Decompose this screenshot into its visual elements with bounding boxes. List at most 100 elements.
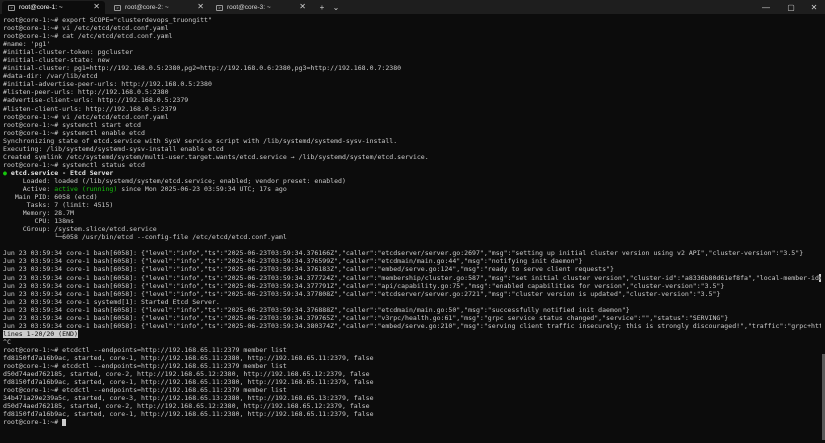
line-text: Memory: 28.7M: [3, 209, 74, 218]
terminal-line: Jun 23 03:59:34 core-1 bash[6058]: {"lev…: [3, 265, 821, 273]
line-text: CPU: 138ms: [3, 217, 74, 226]
line-text: root@core-1:~# etcdctl --endpoints=http:…: [3, 386, 287, 395]
pager-status: lines 1-20/20 (END): [3, 329, 78, 338]
line-text: #listen-client-urls: http://192.168.0.5:…: [3, 104, 177, 113]
line-text: root@core-1:~# etcdctl --endpoints=http:…: [3, 362, 287, 371]
line-text: root@core-1:~# systemctl start etcd: [3, 120, 141, 129]
tab-label: root@core-2: ~: [125, 4, 169, 11]
line-text: #initial-cluster: pg1=http://192.168.0.5…: [3, 64, 402, 73]
close-window-button[interactable]: ✕: [803, 0, 825, 14]
terminal-icon: >: [8, 4, 15, 11]
maximize-button[interactable]: ▢: [780, 0, 802, 14]
line-text: root@core-1:~# systemctl enable etcd: [3, 128, 145, 137]
terminal-line: root@core-1:~# vi /etc/etcd/etcd.conf.ya…: [3, 113, 821, 121]
terminal-line: Executing: /lib/systemd/systemd-sysv-ins…: [3, 145, 821, 153]
terminal-output[interactable]: root@core-1:~# export SCOPE="clusterdevo…: [3, 16, 821, 441]
tab-close-icon[interactable]: ✕: [197, 2, 204, 11]
terminal-line: #name: 'pg1': [3, 40, 821, 48]
minimize-button[interactable]: —: [755, 0, 777, 14]
terminal-line: root@core-1:~# systemctl enable etcd: [3, 129, 821, 137]
terminal-line: #advertise-client-urls: http://192.168.0…: [3, 96, 821, 104]
terminal-line: #data-dir: /var/lib/etcd: [3, 72, 821, 80]
terminal-line: Active: active (running) since Mon 2025-…: [3, 185, 821, 193]
terminal-line: fd8150fd7a16b9ac, started, core-1, http:…: [3, 354, 821, 362]
terminal-line: CGroup: /system.slice/etcd.service: [3, 225, 821, 233]
terminal-line: Tasks: 7 (limit: 4515): [3, 201, 821, 209]
line-text: fd8150fd7a16b9ac, started, core-1, http:…: [3, 378, 374, 387]
line-text: root@core-1:~# vi /etc/etcd/etcd.conf.ya…: [3, 112, 169, 121]
text-cursor: [62, 418, 66, 426]
line-text: Jun 23 03:59:34 core-1 bash[6058]: {"lev…: [3, 265, 614, 274]
terminal-line: Jun 23 03:59:34 core-1 bash[6058]: {"lev…: [3, 257, 821, 265]
line-text: CGroup: /system.slice/etcd.service: [3, 225, 157, 234]
terminal-line: #initial-cluster: pg1=http://192.168.0.5…: [3, 64, 821, 72]
terminal-line: Jun 23 03:59:34 core-1 bash[6058]: {"lev…: [3, 249, 821, 257]
terminal-line: root@core-1:~#: [3, 418, 821, 426]
terminal-line: Main PID: 6058 (etcd): [3, 193, 821, 201]
tab-core-1[interactable]: > root@core-1: ~ ✕: [2, 1, 105, 14]
line-text: Synchronizing state of etcd.service with…: [3, 136, 398, 145]
line-text: Jun 23 03:59:34 core-1 bash[6058]: {"lev…: [3, 249, 804, 258]
terminal-icon: >: [216, 4, 223, 11]
terminal-line: root@core-1:~# export SCOPE="clusterdevo…: [3, 16, 821, 24]
new-tab-button[interactable]: +: [315, 0, 329, 14]
line-text: root@core-1:~# systemctl status etcd: [3, 160, 145, 169]
terminal-line: 34b471a29e239a5c, started, core-3, http:…: [3, 394, 821, 402]
line-text: 34b471a29e239a5c, started, core-3, http:…: [3, 394, 374, 403]
terminal-line: d50d74aed762185, started, core-2, http:/…: [3, 402, 821, 410]
tab-close-icon[interactable]: ✕: [299, 2, 306, 11]
line-text: d50d74aed762185, started, core-2, http:/…: [3, 402, 370, 411]
line-text: d50d74aed762185, started, core-2, http:/…: [3, 370, 370, 379]
tab-dropdown-button[interactable]: ⌄: [330, 0, 342, 14]
line-text: #name: 'pg1': [3, 40, 51, 49]
line-text: etcd.service - Etcd Server: [6, 168, 114, 177]
tab-label: root@core-1: ~: [19, 4, 63, 11]
line-text: Jun 23 03:59:34 core-1 bash[6058]: {"lev…: [3, 321, 821, 330]
line-text: Jun 23 03:59:34 core-1 bash[6058]: {"lev…: [3, 281, 725, 290]
line-text: Created symlink /etc/systemd/system/mult…: [3, 152, 429, 161]
tab-core-2[interactable]: > root@core-2: ~ ✕: [108, 1, 209, 14]
line-text: root@core-1:~#: [3, 418, 63, 427]
line-text: Loaded: loaded (/lib/systemd/system/etcd…: [3, 176, 346, 185]
terminal-line: root@core-1:~# etcdctl --endpoints=http:…: [3, 346, 821, 354]
line-text: #initial-cluster-token: pgcluster: [3, 48, 134, 57]
terminal-line: Loaded: loaded (/lib/systemd/system/etcd…: [3, 177, 821, 185]
terminal-line: fd8150fd7a16b9ac, started, core-1, http:…: [3, 410, 821, 418]
tab-core-3[interactable]: > root@core-3: ~ ✕: [210, 1, 311, 14]
line-text: root@core-1:~# vi /etc/etcd/etcd.conf.ya…: [3, 24, 169, 33]
line-text: Jun 23 03:59:34 core-1 bash[6058]: {"lev…: [3, 273, 819, 282]
terminal-line: ● etcd.service - Etcd Server: [3, 169, 821, 177]
line-prefix: Active:: [3, 184, 55, 193]
terminal-line: Jun 23 03:59:34 core-1 bash[6058]: {"lev…: [3, 273, 821, 282]
line-text: root@core-1:~# etcdctl --endpoints=http:…: [3, 345, 287, 354]
tab-close-icon[interactable]: ✕: [93, 2, 100, 11]
line-text: Jun 23 03:59:34 core-1 bash[6058]: {"lev…: [3, 257, 583, 266]
terminal-line: Jun 23 03:59:34 core-1 bash[6058]: {"lev…: [3, 290, 821, 298]
line-text: ^C: [3, 337, 11, 346]
line-text: root@core-1:~# export SCOPE="clusterdevo…: [3, 16, 212, 24]
terminal-line: Jun 23 03:59:34 core-1 bash[6058]: {"lev…: [3, 314, 821, 322]
line-text: Tasks: 7 (limit: 4515): [3, 201, 114, 210]
line-text: root@core-1:~# cat /etc/etcd/etcd.conf.y…: [3, 32, 173, 41]
line-text: fd8150fd7a16b9ac, started, core-1, http:…: [3, 353, 374, 362]
terminal-icon: >: [114, 4, 121, 11]
line-text: Jun 23 03:59:34 core-1 bash[6058]: {"lev…: [3, 305, 630, 314]
line-text: #listen-peer-urls: http://192.168.0.5:23…: [3, 88, 169, 97]
terminal-line: d50d74aed762185, started, core-2, http:/…: [3, 370, 821, 378]
line-text: Jun 23 03:59:34 core-1 bash[6058]: {"lev…: [3, 289, 721, 298]
terminal-line: #initial-cluster-state: new: [3, 56, 821, 64]
terminal-line: #initial-cluster-token: pgcluster: [3, 48, 821, 56]
terminal-line: ^C: [3, 338, 821, 346]
active-status: active (running): [54, 184, 118, 193]
line-text: Jun 23 03:59:34 core-1 systemd[1]: Start…: [3, 297, 220, 306]
line-text: #advertise-client-urls: http://192.168.0…: [3, 96, 189, 105]
terminal-line: root@core-1:~# cat /etc/etcd/etcd.conf.y…: [3, 32, 821, 40]
terminal-line: lines 1-20/20 (END): [3, 329, 821, 338]
terminal-line: Jun 23 03:59:34 core-1 systemd[1]: Start…: [3, 298, 821, 306]
terminal-line: root@core-1:~# systemctl status etcd: [3, 161, 821, 169]
terminal-line: Synchronizing state of etcd.service with…: [3, 137, 821, 145]
terminal-line: Jun 23 03:59:34 core-1 bash[6058]: {"lev…: [3, 282, 821, 290]
terminal-line: #listen-client-urls: http://192.168.0.5:…: [3, 105, 821, 113]
line-text: Jun 23 03:59:34 core-1 bash[6058]: {"lev…: [3, 313, 729, 322]
